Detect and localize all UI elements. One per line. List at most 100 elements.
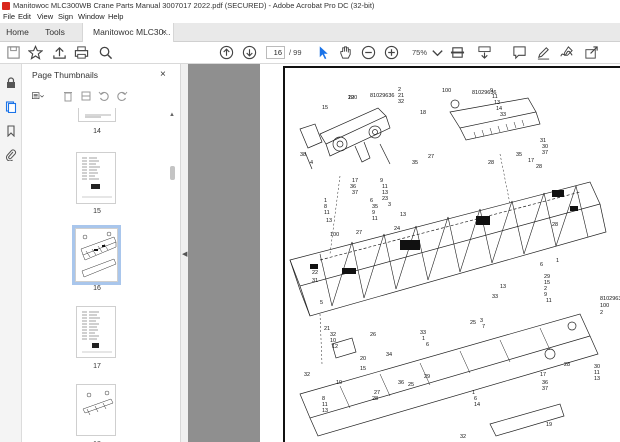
diagram-callout: 100 — [330, 232, 339, 238]
panel-close-icon[interactable]: × — [160, 69, 166, 80]
search-icon[interactable] — [98, 45, 113, 60]
diagram-callout: 100 — [600, 303, 609, 309]
diagram-callout: 38 — [300, 152, 306, 158]
diagram-callout: 1 — [422, 336, 425, 342]
attachment-icon[interactable] — [5, 149, 17, 162]
menu-file[interactable]: File — [3, 12, 15, 21]
print-icon[interactable] — [74, 45, 89, 60]
diagram-callout: 5 — [320, 300, 323, 306]
upload-icon[interactable] — [52, 45, 67, 60]
rotate-ccw-icon[interactable] — [98, 90, 110, 102]
diagram-callout: 3 — [388, 202, 391, 208]
bookmark-icon[interactable] — [5, 125, 17, 138]
tab-document[interactable]: Manitowoc MLC30... × — [82, 23, 174, 42]
diagram-callout: 26 — [370, 332, 376, 338]
diagram-callout: 32 — [460, 434, 466, 440]
diagram-callout: 13 — [400, 212, 406, 218]
left-nav-rail — [0, 64, 22, 442]
thumbnail-page-15[interactable] — [76, 152, 116, 204]
select-arrow-icon[interactable] — [316, 45, 331, 60]
tab-document-label: Manitowoc MLC30... — [93, 27, 171, 37]
diagram-callout: 32 — [304, 372, 310, 378]
document-view[interactable]: 100 81029636 2 21 32 18 15 38 4 17 36 37 35 27 9 11 13 23… — [188, 64, 620, 442]
tab-close-icon[interactable]: × — [162, 23, 167, 42]
prev-page-icon[interactable] — [219, 45, 234, 60]
page-thumbnails-icon[interactable] — [5, 101, 17, 114]
diagram-callout: 35 — [412, 160, 418, 166]
thumbnail-label: 15 — [93, 208, 101, 215]
scroll-mode-icon[interactable] — [477, 45, 492, 60]
scroll-up-icon[interactable]: ▲ — [169, 112, 175, 118]
share-icon[interactable] — [584, 45, 599, 60]
save-icon[interactable] — [6, 45, 21, 60]
diagram-callout: 13 — [500, 284, 506, 290]
diagram-callout: 17 — [528, 158, 534, 164]
diagram-callout: 27 — [356, 230, 362, 236]
diagram-callout: 11 — [546, 298, 552, 304]
diagram-callout: 11 — [324, 210, 330, 216]
collapse-panel-icon[interactable]: ◀ — [182, 250, 187, 258]
highlight-pen-icon[interactable] — [536, 45, 551, 60]
thumbnail-label: 16 — [93, 285, 101, 292]
thumbnail-page-18[interactable] — [76, 384, 116, 436]
diagram-callout: 11 — [372, 216, 378, 222]
zoom-level[interactable]: 75% — [412, 48, 427, 57]
diagram-callout: 28 — [536, 164, 542, 170]
thumbnails-scrollbar[interactable]: ▲ — [168, 108, 176, 442]
zoom-dropdown-icon[interactable] — [430, 45, 443, 60]
page-number-input[interactable]: 16 — [266, 46, 285, 59]
thumbnail-page-14[interactable] — [78, 108, 116, 122]
comment-icon[interactable] — [512, 45, 527, 60]
diagram-callout: 36 — [398, 380, 404, 386]
diagram-callout: 28 — [564, 362, 570, 368]
tab-bar: Home Tools Manitowoc MLC30... × — [0, 23, 620, 42]
diagram-callout: 1 — [556, 258, 559, 264]
diagram-callout: 25 — [470, 320, 476, 326]
diagram-callout: 15 — [322, 105, 328, 111]
diagram-callout: 18 — [420, 110, 426, 116]
rotate-cw-icon[interactable] — [116, 90, 128, 102]
diagram-callout: 32 — [398, 99, 404, 105]
delete-page-icon[interactable] — [62, 90, 74, 102]
parts-diagram: 100 8102963622132181538417363735279111323… — [289, 87, 620, 440]
diagram-callout: 29 — [424, 374, 430, 380]
diagram-callout: 22 — [348, 95, 354, 101]
diagram-callout: 31 — [312, 278, 318, 284]
scroll-thumb[interactable] — [170, 166, 175, 180]
fit-page-icon[interactable] — [450, 45, 465, 60]
diagram-callout: 7 — [482, 324, 485, 330]
diagram-callout: 37 — [542, 150, 548, 156]
panel-title: Page Thumbnails — [32, 70, 98, 80]
diagram-callout: 20 — [360, 356, 366, 362]
hand-icon[interactable] — [338, 45, 353, 60]
next-page-icon[interactable] — [242, 45, 257, 60]
lock-icon[interactable] — [5, 77, 17, 89]
menu-view[interactable]: View — [37, 12, 53, 21]
diagram-callout: 28 — [488, 160, 494, 166]
menu-window[interactable]: Window — [78, 12, 105, 21]
thumbnail-page-17[interactable] — [76, 306, 116, 358]
diagram-callout: 6 — [426, 342, 429, 348]
menu-help[interactable]: Help — [108, 12, 123, 21]
panel-splitter[interactable]: ◀ — [180, 64, 188, 442]
diagram-callout: 2 — [600, 310, 603, 316]
extract-page-icon[interactable] — [80, 90, 92, 102]
tab-tools[interactable]: Tools — [38, 23, 72, 42]
panel-toolbar — [30, 90, 170, 104]
tab-home[interactable]: Home — [0, 23, 35, 42]
menu-sign[interactable]: Sign — [58, 12, 73, 21]
thumbnail-options-icon[interactable] — [31, 90, 50, 102]
bookmark-star-icon[interactable] — [27, 45, 44, 60]
menu-edit[interactable]: Edit — [18, 12, 31, 21]
sign-icon[interactable] — [559, 45, 574, 60]
thumbnail-page-16[interactable] — [72, 225, 121, 285]
diagram-callout: 81029636 — [370, 93, 394, 99]
diagram-callout: 35 — [516, 152, 522, 158]
diagram-callout: 6 — [540, 262, 543, 268]
pdf-page: 100 81029636 2 21 32 18 15 38 4 17 36 37 35 27 9 11 13 23… — [260, 64, 620, 442]
zoom-out-icon[interactable] — [361, 45, 376, 60]
thumbnail-label: 14 — [93, 128, 101, 135]
diagram-callout: 14 — [474, 402, 480, 408]
zoom-in-icon[interactable] — [384, 45, 399, 60]
diagram-callout: 24 — [394, 226, 400, 232]
